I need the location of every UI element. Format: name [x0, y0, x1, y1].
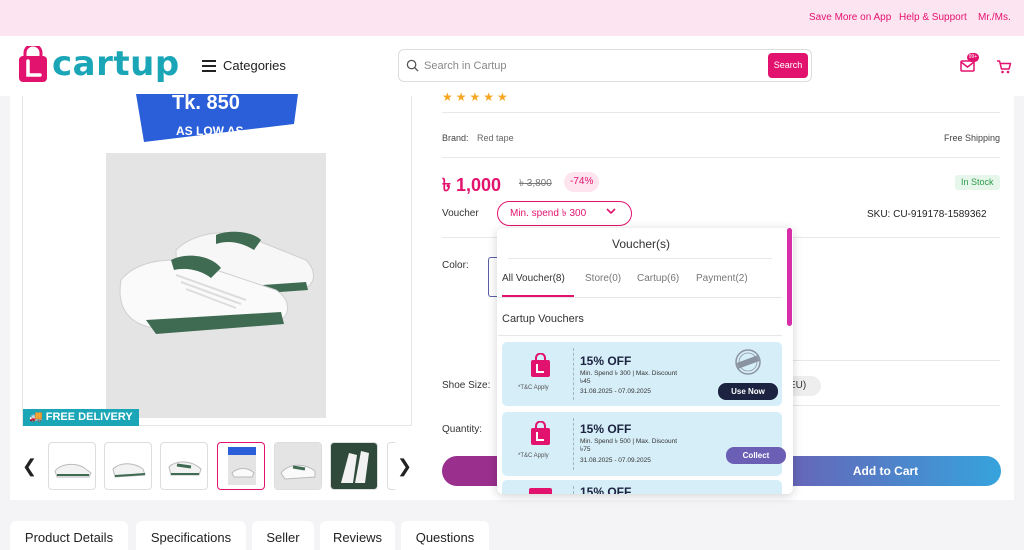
free-delivery-badge: 🚚 FREE DELIVERY: [23, 409, 139, 426]
thumbnail-3[interactable]: [160, 442, 208, 490]
voucher-validity: 31.08.2025 - 07.09.2025: [580, 457, 651, 464]
collect-button[interactable]: Collect: [726, 447, 786, 464]
panel-scrollbar[interactable]: [787, 228, 792, 326]
cart-icon[interactable]: [996, 59, 1012, 74]
tab-cartup[interactable]: Cartup(6): [637, 273, 679, 284]
thumbnail-6[interactable]: [330, 442, 378, 490]
thumbnail-next-arrow-icon[interactable]: ❯: [397, 456, 412, 477]
thumbnail-1[interactable]: [48, 442, 96, 490]
voucher-panel-title: Voucher(s): [612, 237, 671, 251]
tab-reviews[interactable]: Reviews: [320, 521, 395, 550]
divider: [442, 157, 1000, 158]
voucher-validity: 31.08.2025 - 07.09.2025: [580, 388, 651, 395]
card-separator: [573, 418, 574, 470]
cartup-bag-icon: [531, 353, 550, 377]
tab-all-voucher[interactable]: All Voucher(8): [502, 273, 565, 284]
add-to-cart-button[interactable]: Add to Cart: [770, 456, 1001, 486]
free-shipping-label: Free Shipping: [944, 133, 1001, 143]
tab-product-details[interactable]: Product Details: [10, 521, 128, 550]
collected-stamp-icon: [735, 349, 761, 375]
brand-label: Brand: Red tape: [442, 133, 514, 143]
divider: [793, 360, 1000, 361]
categories-button[interactable]: Categories: [223, 58, 286, 73]
voucher-discount-partial: 15% OFF: [580, 486, 631, 494]
divider: [442, 112, 1000, 113]
shoe-size-label: Shoe Size:: [442, 380, 491, 391]
search-icon: [406, 59, 419, 72]
discount-badge: -74%: [564, 172, 600, 192]
voucher-max-discount: ৳45: [580, 378, 591, 385]
active-tab-indicator: [502, 295, 574, 297]
stock-badge: In Stock: [955, 175, 1000, 190]
brand-name[interactable]: Red tape: [477, 133, 514, 143]
old-price: ৳ 3,800: [519, 178, 552, 189]
cartup-bag-icon: [529, 488, 552, 494]
voucher-min-spend: Min. Spend ৳ 500 | Max. Discount: [580, 438, 678, 445]
card-separator: [573, 486, 574, 494]
voucher-discount: 15% OFF: [580, 354, 632, 368]
voucher-discount: 15% OFF: [580, 486, 632, 494]
thumbnail-2[interactable]: [104, 442, 152, 490]
voucher-label: Voucher: [442, 208, 479, 219]
mail-badge: 99+: [967, 53, 979, 62]
cartup-logo-text[interactable]: cartup: [52, 44, 180, 84]
search-input[interactable]: [424, 56, 754, 76]
voucher-min-spend: Min. Spend ৳ 300 | Max. Discount: [580, 370, 678, 377]
thumbnail-prev-arrow-icon[interactable]: ❮: [22, 456, 37, 477]
voucher-max-discount: ৳75: [580, 446, 591, 453]
sku-label: SKU: CU-919178-1589362: [867, 209, 987, 220]
promo-subtitle: AS LOW AS: [176, 124, 244, 138]
cartup-logo-icon[interactable]: [16, 46, 50, 84]
rating-stars: ★★★★★: [442, 90, 511, 104]
account-link[interactable]: Mr./Ms.: [978, 12, 1011, 23]
divider: [508, 258, 772, 259]
section-title: Cartup Vouchers: [502, 313, 584, 325]
color-label: Color:: [442, 260, 469, 271]
chevron-down-icon[interactable]: [605, 205, 617, 217]
help-support-link[interactable]: Help & Support: [899, 12, 967, 23]
thumbnail-5[interactable]: [274, 442, 322, 490]
tab-seller[interactable]: Seller: [252, 521, 314, 550]
current-price: ৳ 1,000: [442, 175, 502, 195]
sneaker-illustration: [119, 231, 314, 334]
tab-specifications[interactable]: Specifications: [136, 521, 246, 550]
cartup-bag-icon: [531, 421, 550, 445]
voucher-discount: 15% OFF: [580, 422, 632, 436]
quantity-label: Quantity:: [442, 424, 483, 435]
hamburger-icon[interactable]: [202, 60, 216, 72]
use-now-button[interactable]: Use Now: [718, 383, 778, 400]
tc-apply-text[interactable]: *T&C Apply: [518, 385, 549, 391]
card-separator: [573, 348, 574, 400]
save-more-on-app-link[interactable]: Save More on App: [809, 12, 891, 23]
thumbnail-4[interactable]: [217, 442, 265, 490]
buy-now-button[interactable]: [442, 456, 502, 486]
tab-store[interactable]: Store(0): [585, 273, 621, 284]
search-button[interactable]: Search: [768, 53, 808, 78]
tab-payment[interactable]: Payment(2): [696, 273, 748, 284]
section-divider: [498, 335, 782, 336]
tab-questions[interactable]: Questions: [401, 521, 489, 550]
thumbnail-7-partial[interactable]: [387, 442, 395, 490]
divider: [793, 405, 1000, 406]
tc-apply-text[interactable]: *T&C Apply: [518, 453, 549, 459]
tabs-divider: [498, 297, 782, 298]
promo-price: Tk. 850: [172, 92, 240, 114]
